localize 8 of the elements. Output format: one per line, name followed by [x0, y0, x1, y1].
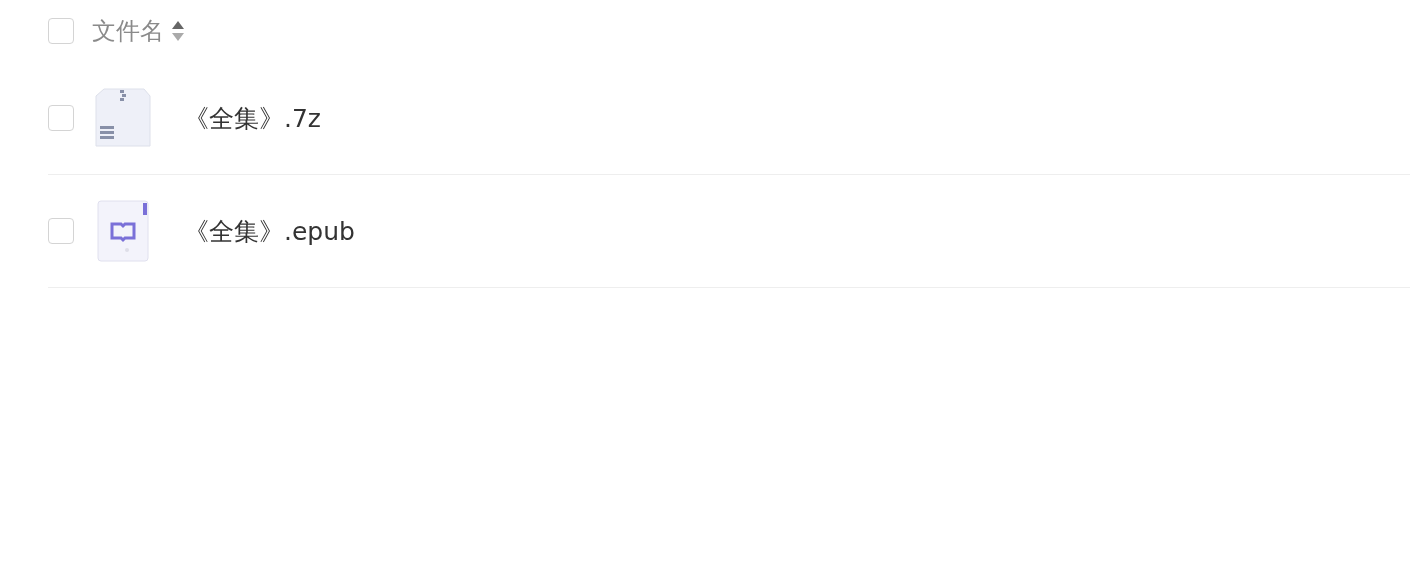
row-checkbox[interactable] — [48, 218, 74, 244]
sort-icon[interactable] — [172, 20, 184, 42]
select-all-checkbox[interactable] — [48, 18, 74, 44]
file-name[interactable]: 《全集》.7z — [184, 101, 321, 135]
zip-file-icon — [94, 88, 152, 148]
book-file-icon — [94, 200, 152, 262]
file-name[interactable]: 《全集》.epub — [184, 214, 355, 248]
row-checkbox[interactable] — [48, 105, 74, 131]
